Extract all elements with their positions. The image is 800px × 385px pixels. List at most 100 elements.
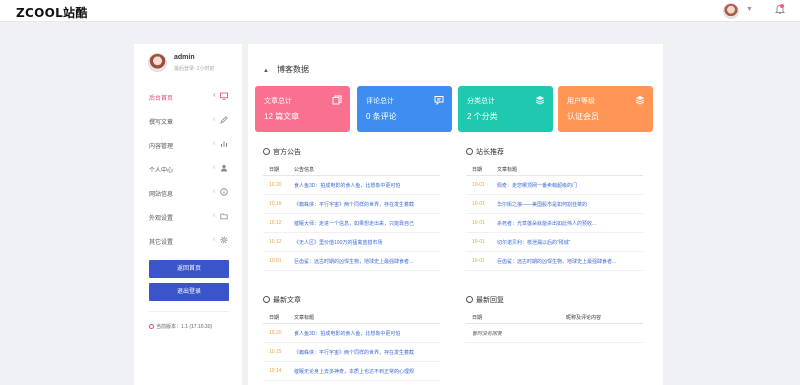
table-row[interactable]: 10.12 《无人区》里价值100万的猛禽蓝猎市场 <box>263 233 440 252</box>
row-link[interactable]: 华尔街之狼——美国股市是如何割韭菜的 <box>497 201 641 208</box>
chevron-left-icon: ‹ <box>213 236 216 243</box>
table-row[interactable]: 10-01 华尔街之狼——美国股市是如何割韭菜的 <box>466 195 643 214</box>
row-link[interactable]: 《蜘蛛侠：平行宇宙》两个同样的世界，存在发生着截 <box>294 349 438 356</box>
table-row[interactable]: 10.20 食人鱼3D：拍成电影的食人鱼，比想象中更可怕 <box>263 324 440 343</box>
card-title: 用户等级 <box>567 98 595 105</box>
chevron-left-icon: ‹ <box>213 92 216 99</box>
clock-icon <box>263 148 270 155</box>
table-row[interactable]: 10.01 巨齿鲨：远古时期的凶悍生物，地球史上最强肆食者... <box>263 252 440 271</box>
row-date: 10.12 <box>269 239 282 245</box>
chevron-left-icon: ‹ <box>213 116 216 123</box>
sidebar-item-label: 网站信息 <box>149 192 174 198</box>
sidebar-item-label: 撰写文章 <box>149 120 174 126</box>
row-link[interactable]: 催眠无论身上去多神奇，本质上也达不到正常的心理规 <box>294 368 438 375</box>
notification-dot <box>780 4 784 8</box>
card-value: 认证会员 <box>567 112 599 121</box>
chevron-left-icon: ‹ <box>213 188 216 195</box>
sidebar-item-appearance[interactable]: 外观设置 ‹ <box>134 205 242 229</box>
clock-icon <box>263 296 270 303</box>
caret-down-icon[interactable]: ▼ <box>746 6 753 13</box>
user-avatar[interactable] <box>723 3 739 19</box>
row-link[interactable]: 杀死者：光草莲朵就能杀出如此伟人的预收... <box>497 220 641 227</box>
table-row[interactable]: 10-01 切尔诺贝利：核泄漏以后的“残城” <box>466 233 643 252</box>
row-date: 10.12 <box>269 220 282 226</box>
table-row[interactable]: 10.15 《蜘蛛侠：平行宇宙》两个同样的世界，存在发生着截 <box>263 343 440 362</box>
logout-button[interactable]: 退出登录 <box>149 283 229 301</box>
row-link[interactable]: 《蜘蛛侠：平行宇宙》两个同样的世界，存在发生着截 <box>294 201 438 208</box>
user-icon <box>221 164 227 172</box>
stat-card-articles[interactable]: 文章总计 12 篇文章 <box>255 86 350 132</box>
card-value: 2 个分类 <box>467 112 498 121</box>
table-row[interactable]: 10.12 催眠大师：走进一个信息，如果想走出来，只能靠自己 <box>263 214 440 233</box>
column-header: 昵称及评论内容 <box>566 315 602 321</box>
column-header: 日期 <box>472 315 483 321</box>
profile-avatar[interactable] <box>148 53 167 72</box>
recommend-table: 日期 文章标题 10-01 佩奇：走您哪顶网一番卖萌超级的门 10-01 华尔街之狼—… <box>466 162 643 271</box>
sidebar: admin 最后登录: 2小时前 后台首页 ‹ 撰写文章 ‹ 内容管理 ‹ 个人… <box>134 44 242 385</box>
row-link[interactable]: 巨齿鲨：远古时期的凶悍生物，地球史上最强肆食者... <box>497 258 641 265</box>
row-date: 10.15 <box>269 201 282 207</box>
announcements-title: 官方公告 <box>273 149 301 156</box>
stat-card-comments[interactable]: 评论总计 0 条评论 <box>357 86 452 132</box>
sidebar-item-content[interactable]: 内容管理 ‹ <box>134 133 242 157</box>
sidebar-item-write[interactable]: 撰写文章 ‹ <box>134 109 242 133</box>
stat-card-user-level[interactable]: 用户等级 认证会员 <box>558 86 653 132</box>
clock-icon <box>466 296 473 303</box>
table-row[interactable]: 10-01 杀死者：光草莲朵就能杀出如此伟人的预收... <box>466 214 643 233</box>
info-icon <box>220 188 228 196</box>
table-header: 日期 文章标题 <box>466 162 643 176</box>
copy-icon <box>332 95 342 105</box>
sidebar-item-other-settings[interactable]: 其它设置 ‹ <box>134 229 242 253</box>
site-logo[interactable]: ZCOOL站酷 <box>16 4 88 21</box>
sidebar-item-label: 其它设置 <box>149 240 174 246</box>
info-dot-icon <box>149 324 154 329</box>
table-row[interactable]: 10-01 佩奇：走您哪顶网一番卖萌超级的门 <box>466 176 643 195</box>
row-link[interactable]: 巨齿鲨：远古时期的凶悍生物，地球史上最强肆食者... <box>294 258 438 265</box>
row-date: 10.20 <box>269 330 282 336</box>
latest-articles-title: 最新文章 <box>273 297 301 304</box>
table-header: 日期 文章标题 <box>263 310 440 324</box>
table-row[interactable]: 10-01 巨齿鲨：远古时期的凶悍生物，地球史上最强肆食者... <box>466 252 643 271</box>
sidebar-item-profile[interactable]: 个人中心 ‹ <box>134 157 242 181</box>
stat-card-categories[interactable]: 分类总计 2 个分类 <box>458 86 553 132</box>
comment-icon <box>434 96 444 105</box>
column-header: 日期 <box>269 167 280 173</box>
blog-data-title: 博客数据 <box>277 65 309 74</box>
chevron-left-icon: ‹ <box>213 212 216 219</box>
bar-chart-icon <box>221 141 227 147</box>
user-icon: ▲ <box>263 68 269 74</box>
row-link[interactable]: 《无人区》里价值100万的猛禽蓝猎市场 <box>294 239 438 246</box>
row-link[interactable]: 切尔诺贝利：核泄漏以后的“残城” <box>497 239 641 246</box>
table-row[interactable]: 10.20 食人鱼3D：拍成电影的食人鱼，比想象中更可怕 <box>263 176 440 195</box>
table-header: 日期 昵称及评论内容 <box>466 310 643 324</box>
card-title: 分类总计 <box>467 98 495 105</box>
main-content: ▲ 博客数据 文章总计 12 篇文章 评论总计 0 条评论 分类总计 2 个分类 … <box>248 44 663 385</box>
row-date: 10.14 <box>269 368 282 374</box>
sidebar-item-label: 个人中心 <box>149 168 174 174</box>
sidebar-item-site-info[interactable]: 网站信息 ‹ <box>134 181 242 205</box>
empty-text: 暂时没有回复 <box>472 331 503 337</box>
sidebar-item-label: 后台首页 <box>149 96 174 102</box>
sidebar-menu: 后台首页 ‹ 撰写文章 ‹ 内容管理 ‹ 个人中心 ‹ 网站信息 ‹ 外观设置 … <box>134 85 242 253</box>
empty-row: 暂时没有回复 <box>466 324 643 343</box>
sidebar-item-dashboard[interactable]: 后台首页 ‹ <box>134 85 242 109</box>
latest-comments-title: 最新回复 <box>476 297 504 304</box>
table-row[interactable]: 10.15 《蜘蛛侠：平行宇宙》两个同样的世界，存在发生着截 <box>263 195 440 214</box>
column-header: 日期 <box>269 315 280 321</box>
row-link[interactable]: 食人鱼3D：拍成电影的食人鱼，比想象中更可怕 <box>294 330 438 337</box>
column-header: 文章标题 <box>294 315 315 321</box>
sidebar-item-label: 内容管理 <box>149 144 174 150</box>
recommend-heading: 站长推荐 <box>466 147 504 157</box>
top-navbar: ZCOOL站酷 ▼ <box>0 0 800 22</box>
row-link[interactable]: 食人鱼3D：拍成电影的食人鱼，比想象中更可怕 <box>294 182 438 189</box>
column-header: 文章标题 <box>497 167 518 173</box>
row-link[interactable]: 佩奇：走您哪顶网一番卖萌超级的门 <box>497 182 641 189</box>
row-date: 10-01 <box>472 182 485 188</box>
table-row[interactable]: 10.14 催眠无论身上去多神奇，本质上也达不到正常的心理规 <box>263 362 440 381</box>
card-title: 评论总计 <box>366 98 394 105</box>
row-date: 10.15 <box>269 349 282 355</box>
monitor-icon <box>220 92 228 100</box>
back-home-button[interactable]: 返回首页 <box>149 260 229 278</box>
row-link[interactable]: 催眠大师：走进一个信息，如果想走出来，只能靠自己 <box>294 220 438 227</box>
clock-icon <box>466 148 473 155</box>
